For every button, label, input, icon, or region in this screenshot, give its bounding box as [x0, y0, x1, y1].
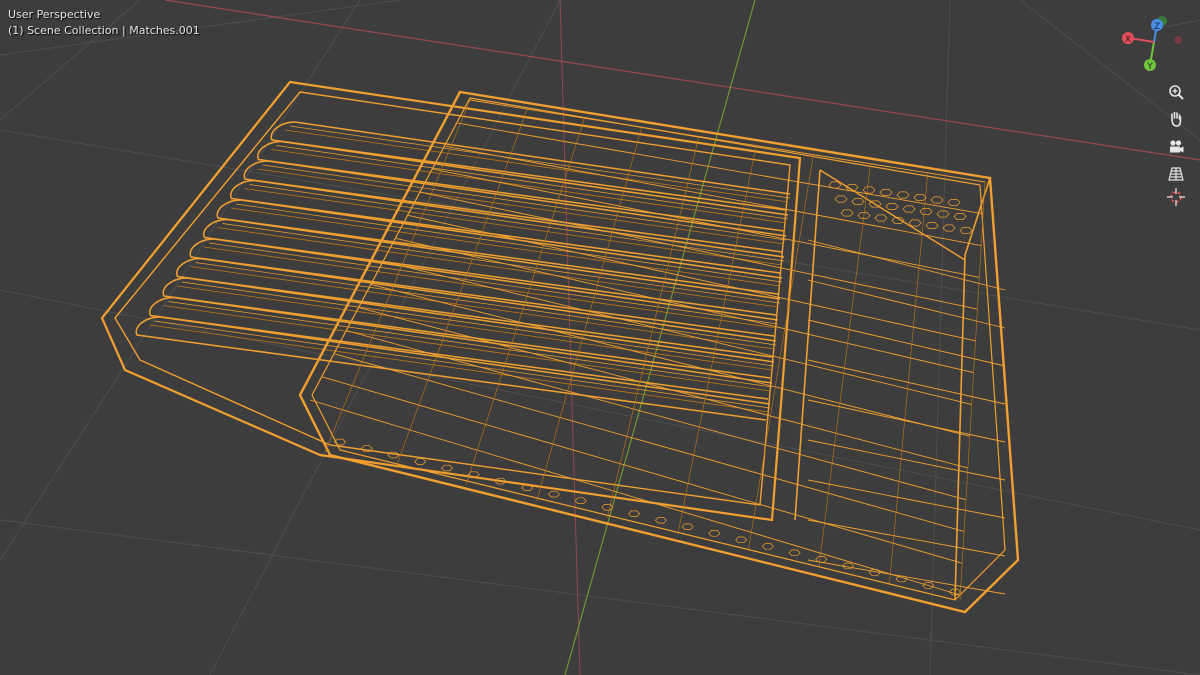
camera-view-icon[interactable]: [1165, 136, 1187, 158]
hex-texture: [953, 213, 967, 220]
matchstick-line: [289, 125, 791, 199]
sleeve-rib: [807, 439, 1006, 481]
hex-texture: [913, 194, 927, 201]
gizmo-x-label: X: [1125, 35, 1131, 45]
drawer-tray-outline: [100, 80, 802, 522]
hex-texture: [908, 219, 922, 227]
hex-texture: [840, 209, 854, 217]
hex-texture: [959, 227, 973, 234]
hex-texture: [761, 543, 774, 550]
hex-texture: [942, 224, 956, 232]
hex-texture: [851, 198, 865, 205]
sleeve-rib: [818, 163, 871, 568]
sleeve-edge: [299, 91, 461, 396]
3d-viewport[interactable]: [0, 0, 1200, 675]
hex-texture: [547, 490, 560, 498]
ortho-grid-icon[interactable]: [1165, 163, 1187, 185]
sleeve-rib: [889, 172, 929, 584]
hex-texture: [681, 523, 694, 530]
matchstick-line: [154, 320, 771, 409]
sleeve-rib: [309, 399, 961, 596]
hex-texture: [874, 214, 888, 222]
hex-texture: [654, 517, 667, 524]
hex-texture: [930, 196, 944, 204]
gizmo-z-label: Z: [1154, 22, 1160, 32]
matchstick: [175, 257, 777, 358]
sleeve-rib: [334, 353, 964, 532]
hex-texture: [828, 181, 842, 189]
matchstick-line: [190, 266, 775, 350]
hex-texture: [925, 222, 939, 229]
pan-hand-icon[interactable]: [1165, 108, 1187, 130]
sleeve-rib: [807, 239, 1006, 291]
sleeve-edge: [794, 169, 821, 521]
hex-texture: [708, 530, 721, 537]
view-name-label: User Perspective: [8, 8, 101, 21]
hex-texture: [628, 510, 641, 517]
drawer-tray-edge: [101, 81, 291, 319]
sleeve-rib: [807, 519, 1006, 557]
hex-texture: [947, 199, 961, 206]
3d-cursor-icon[interactable]: [1165, 186, 1187, 208]
matchstick-line: [257, 168, 785, 245]
sleeve-rib: [465, 118, 585, 485]
x-axis-line: [164, 0, 1200, 161]
axis-line-red: [559, 0, 581, 675]
sleeve-rib: [807, 279, 1006, 329]
wireframe-matchbox[interactable]: [100, 80, 1020, 614]
scene-info-label: (1) Scene Collection | Matches.001: [8, 24, 200, 37]
sleeve-rib: [677, 145, 757, 535]
sleeve-rib: [959, 181, 986, 601]
hex-texture: [601, 504, 614, 511]
sleeve-rib: [807, 359, 1006, 405]
hex-texture: [441, 464, 453, 472]
sleeve-rib: [807, 479, 1006, 519]
hex-texture: [414, 458, 427, 465]
hex-texture: [862, 186, 876, 194]
navigation-gizmo[interactable]: Z X Y: [1112, 10, 1192, 80]
sleeve-rib: [383, 261, 972, 405]
hex-texture: [834, 195, 848, 203]
y-axis-line: [564, 0, 756, 675]
hex-texture: [788, 549, 801, 557]
gizmo-y-label: Y: [1146, 62, 1153, 72]
hex-texture: [885, 203, 899, 210]
hex-texture: [896, 191, 910, 199]
sleeve-rib: [359, 307, 968, 469]
sleeve-rib: [807, 559, 1006, 595]
matchstick-line: [284, 129, 789, 203]
hex-texture: [735, 536, 748, 544]
hex-texture: [879, 189, 893, 196]
matchstick-line: [235, 203, 783, 283]
zoom-icon[interactable]: [1165, 81, 1187, 103]
hex-texture: [919, 208, 933, 215]
hex-texture: [936, 210, 950, 218]
hex-texture: [574, 497, 587, 504]
hex-texture: [902, 205, 916, 213]
